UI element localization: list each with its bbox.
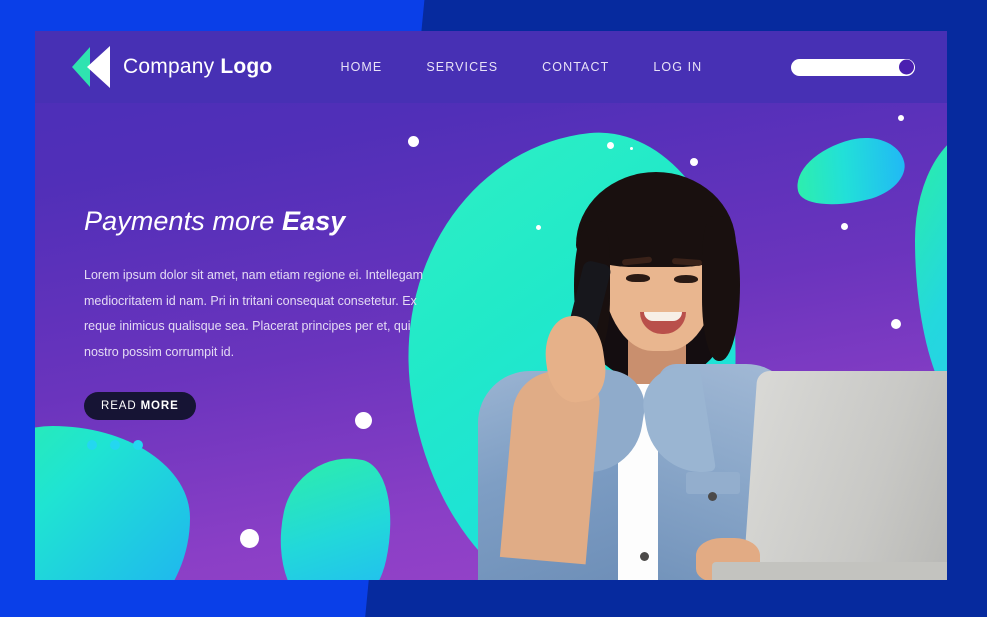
main-navigation: HOME SERVICES CONTACT LOG IN bbox=[340, 60, 702, 74]
read-more-label-bold: MORE bbox=[140, 399, 179, 412]
logo-text-bold: Logo bbox=[220, 55, 273, 78]
hero-body-text: Lorem ipsum dolor sit amet, nam etiam re… bbox=[84, 268, 424, 359]
photo-eye-right bbox=[674, 275, 698, 283]
toggle-knob[interactable] bbox=[899, 59, 914, 75]
photo-teeth bbox=[644, 312, 682, 321]
carousel-pagination bbox=[84, 439, 429, 450]
photo-laptop-screen bbox=[742, 371, 947, 580]
decorative-dot bbox=[690, 158, 698, 166]
decorative-dot bbox=[607, 142, 614, 149]
double-chevron-left-logo-icon bbox=[72, 46, 110, 88]
header-toggle-switch[interactable] bbox=[791, 58, 915, 76]
logo-text: Company Logo bbox=[123, 55, 272, 79]
carousel-dot[interactable] bbox=[110, 439, 120, 450]
headline-regular: Payments more bbox=[84, 206, 282, 236]
logo[interactable]: Company Logo bbox=[70, 45, 272, 89]
hero-card: Company Logo HOME SERVICES CONTACT LOG I… bbox=[35, 31, 947, 580]
photo-laptop-base bbox=[712, 562, 947, 580]
decorative-dot bbox=[240, 529, 259, 548]
carousel-dot[interactable] bbox=[87, 439, 97, 450]
nav-item-home[interactable]: HOME bbox=[340, 60, 382, 74]
nav-item-contact[interactable]: CONTACT bbox=[542, 60, 609, 74]
photo-jacket-button bbox=[640, 552, 649, 561]
headline-bold: Easy bbox=[281, 206, 346, 236]
decorative-dot bbox=[408, 136, 419, 147]
nav-item-log-in[interactable]: LOG IN bbox=[653, 60, 702, 74]
read-more-label-regular: READ bbox=[101, 399, 137, 412]
page-title: Payments more Easy bbox=[84, 206, 429, 237]
decorative-blob-mid-bottom bbox=[264, 446, 406, 580]
read-more-button[interactable]: READ MORE bbox=[84, 391, 196, 420]
carousel-dot[interactable] bbox=[133, 439, 143, 450]
decorative-dot bbox=[630, 147, 633, 150]
photo-eye-left bbox=[626, 274, 650, 282]
hero-photo-woman-on-phone bbox=[450, 166, 947, 580]
photo-hair-side-right bbox=[702, 216, 740, 361]
decorative-dot bbox=[898, 115, 904, 121]
photo-jacket-button bbox=[708, 492, 717, 501]
site-header: Company Logo HOME SERVICES CONTACT LOG I… bbox=[35, 31, 947, 103]
hero-copy: Payments more Easy Lorem ipsum dolor sit… bbox=[84, 206, 429, 450]
photo-jacket-pocket-right bbox=[686, 472, 740, 494]
nav-item-services[interactable]: SERVICES bbox=[426, 60, 498, 74]
logo-text-regular: Company bbox=[123, 55, 221, 78]
